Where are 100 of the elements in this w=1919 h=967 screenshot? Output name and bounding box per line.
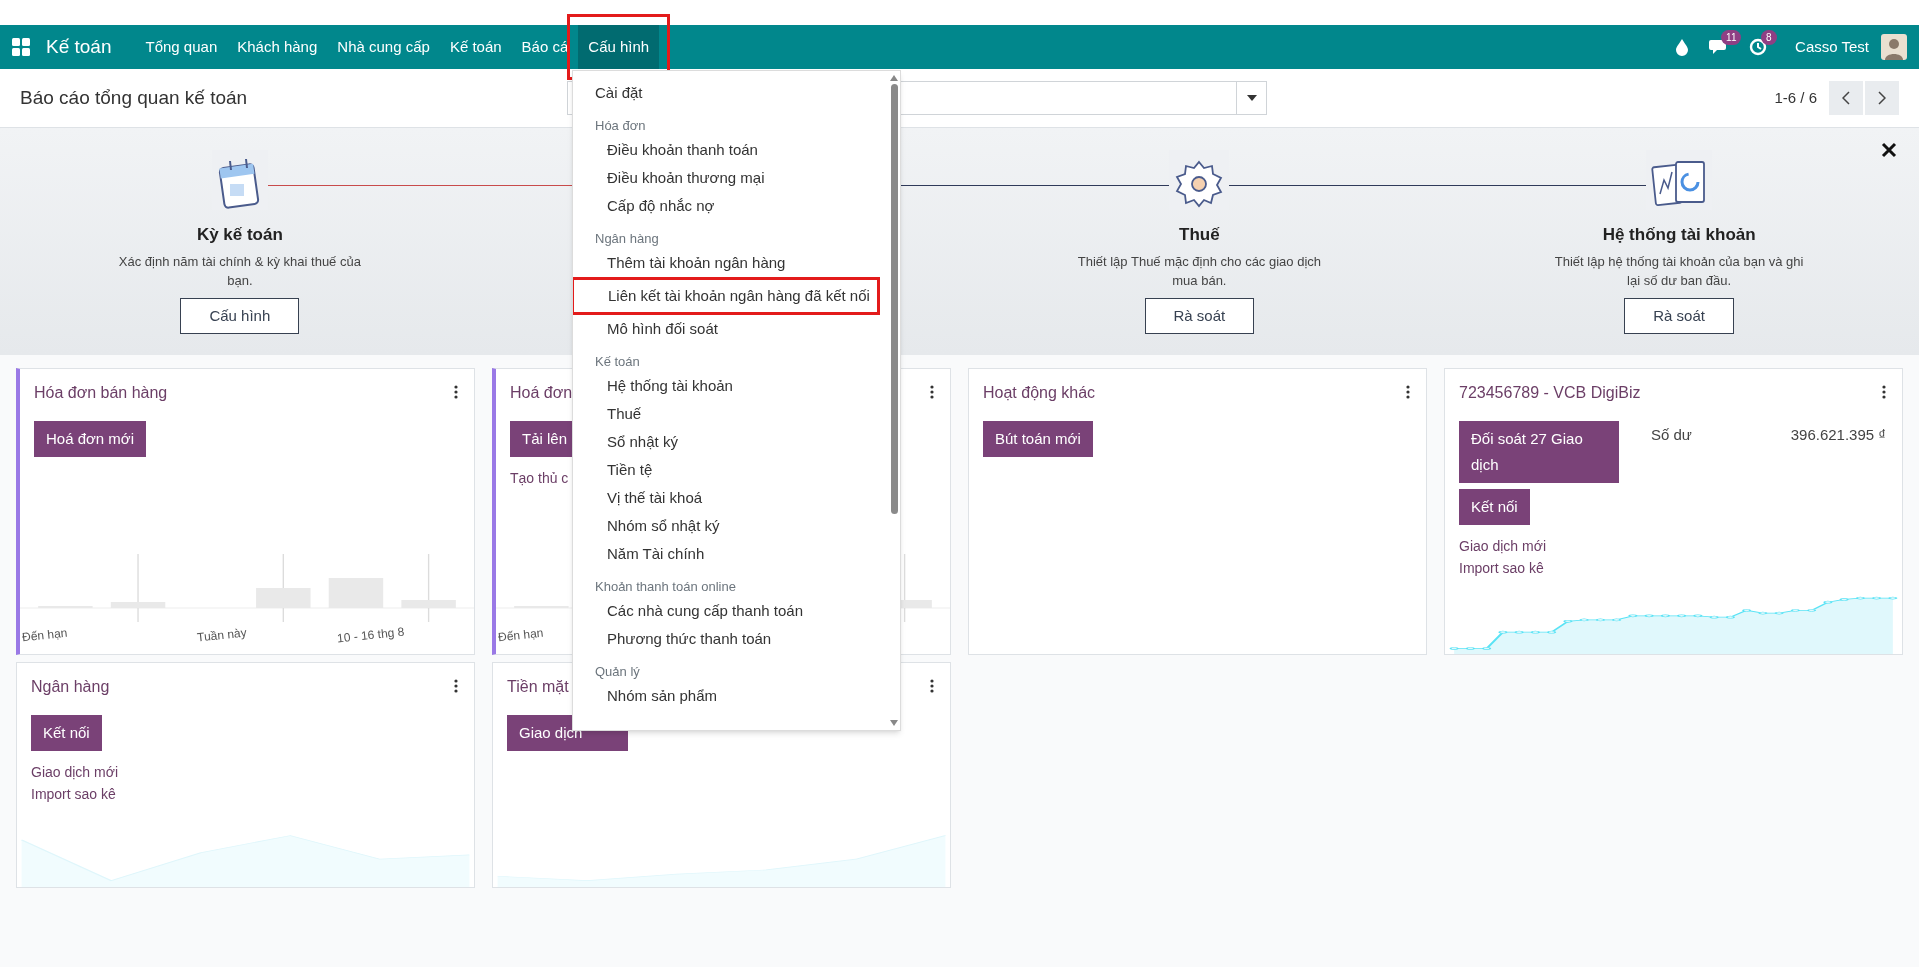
scroll-down-icon[interactable] xyxy=(890,720,898,726)
dropdown-menu-item[interactable]: Điều khoản thanh toán xyxy=(573,136,888,164)
dropdown-menu-item[interactable]: Tiền tệ xyxy=(573,456,888,484)
more-options-icon[interactable] xyxy=(1406,385,1410,399)
data-point xyxy=(1677,614,1686,618)
data-point xyxy=(1726,615,1735,619)
data-point xyxy=(1628,614,1638,618)
data-point xyxy=(1888,596,1897,600)
data-point xyxy=(1466,646,1475,651)
app-brand[interactable]: Kế toán xyxy=(46,32,112,62)
nav-menu-item[interactable]: Báo cá xyxy=(511,25,579,69)
action-button[interactable]: Hoá đơn mới xyxy=(34,421,147,457)
action-button[interactable]: Đối soát 27 Giao dịch xyxy=(1459,421,1619,483)
data-point xyxy=(1823,600,1832,604)
more-options-icon[interactable] xyxy=(930,679,934,693)
data-point xyxy=(1774,611,1784,615)
card-title[interactable]: Hoá đơn xyxy=(510,381,573,405)
step-button[interactable]: Rà soát xyxy=(1624,297,1734,334)
step-description: Xác định năm tài chính & kỳ khai thuế của bạn. xyxy=(117,252,362,290)
nav-menu-item[interactable]: Tổng quan xyxy=(135,25,228,69)
step-description: Thiết lập Thuế mặc định cho các giao dịch mua bán. xyxy=(1076,252,1322,290)
dropdown-menu-item[interactable]: Mô hình đối soát xyxy=(573,315,888,343)
data-point xyxy=(1807,608,1816,612)
menu-section-header: Khoản thanh toán online xyxy=(594,578,737,596)
action-button[interactable]: Kết nối xyxy=(1459,489,1530,525)
action-button[interactable]: Kết nối xyxy=(31,715,102,751)
step-button[interactable]: Rà soát xyxy=(1144,297,1255,334)
data-point xyxy=(1547,630,1556,634)
balance-value: 396.621.395 ₫ xyxy=(1790,425,1886,445)
dropdown-menu-item[interactable]: Liên kết tài khoản ngân hàng đã kết nối xyxy=(573,277,880,315)
step-description: Thiết lập hệ thống tài khoản của bạn và ghi lại số dư ban đầu. xyxy=(1554,252,1805,290)
dropdown-menu-item[interactable]: Cấp độ nhắc nợ xyxy=(573,192,888,220)
nav-menu-item[interactable]: Nhà cung cấp xyxy=(327,25,440,69)
data-point xyxy=(1742,608,1751,612)
dropdown-menu-item[interactable]: Năm Tài chính xyxy=(573,540,888,568)
step-title: Hệ thống tài khoản xyxy=(1602,224,1756,246)
card-link[interactable]: Import sao kê xyxy=(31,783,118,805)
card-title[interactable]: Hoạt động khác xyxy=(983,381,1096,405)
card-link[interactable]: Tạo thủ c xyxy=(510,467,569,489)
close-icon[interactable] xyxy=(1881,142,1897,158)
dropdown-menu-item[interactable]: Thêm tài khoản ngân hàng xyxy=(573,249,888,277)
avatar-icon[interactable] xyxy=(1881,34,1907,60)
more-options-icon[interactable] xyxy=(454,385,458,399)
data-point xyxy=(1612,618,1621,622)
caret-icon xyxy=(1246,95,1257,101)
dropdown-menu-item[interactable]: Phương thức thanh toán xyxy=(573,625,888,653)
card-title[interactable]: Hóa đơn bán hàng xyxy=(34,381,168,405)
card-link[interactable]: Import sao kê xyxy=(1459,557,1546,579)
action-button[interactable]: Bút toán mới xyxy=(983,421,1093,457)
next-page-button[interactable] xyxy=(1865,81,1899,115)
axis-label: Đến hạn xyxy=(21,624,69,647)
more-options-icon[interactable] xyxy=(930,385,934,399)
dropdown-menu-item[interactable]: Hệ thống tài khoản xyxy=(573,372,888,400)
previous-page-button[interactable] xyxy=(1829,81,1863,115)
chevron-right-icon xyxy=(1878,91,1886,105)
scroll-up-icon[interactable] xyxy=(890,75,898,81)
card-link[interactable]: Giao dịch mới xyxy=(31,761,118,783)
dropdown-menu-item[interactable]: Nhóm sản phẩm xyxy=(573,682,888,710)
nav-menu-item[interactable]: Kế toán xyxy=(439,25,512,69)
chart-bar xyxy=(401,600,456,608)
more-options-icon[interactable] xyxy=(454,679,458,693)
dropdown-menu-item[interactable]: Điều khoản thương mại xyxy=(573,164,888,192)
step-button[interactable]: Cấu hình xyxy=(180,297,300,334)
chart-bar xyxy=(110,602,166,608)
card-title[interactable]: 723456789 - VCB DigiBiz xyxy=(1459,381,1641,405)
data-point xyxy=(1563,619,1573,623)
dropdown-menu-item[interactable]: Cài đặt xyxy=(573,79,888,107)
data-point xyxy=(1661,614,1670,618)
data-point xyxy=(1596,618,1605,622)
nav-menu-item[interactable]: Cấu hình xyxy=(578,25,660,69)
data-point xyxy=(1872,596,1881,600)
nav-menu-item[interactable]: Khách hàng xyxy=(227,25,328,69)
user-name[interactable]: Casso Test xyxy=(1795,35,1869,59)
scrollbar-thumb[interactable] xyxy=(890,84,898,514)
clock-icon[interactable] xyxy=(1749,38,1768,56)
menu-section-header: Hóa đơn xyxy=(594,117,647,135)
dropdown-menu-item[interactable]: Nhóm sổ nhật ký xyxy=(573,512,888,540)
data-point xyxy=(1450,646,1459,651)
pager-value: 1-6 / 6 xyxy=(1774,87,1817,108)
menu-section-header: Quản lý xyxy=(594,663,641,681)
chevron-left-icon xyxy=(1842,91,1850,105)
menu-section-header: Kế toán xyxy=(594,353,641,371)
card-title[interactable]: Ngân hàng xyxy=(31,675,110,699)
water-drop-icon[interactable] xyxy=(1675,38,1690,56)
data-point xyxy=(1482,646,1491,651)
data-point xyxy=(1856,596,1865,600)
balance-label: Số dư xyxy=(1651,425,1692,445)
apps-menu-icon[interactable] xyxy=(12,38,30,56)
data-point xyxy=(1531,630,1540,634)
card-title[interactable]: Tiền mặt xyxy=(507,675,569,699)
chart-bar xyxy=(256,588,311,608)
page-title: Báo cáo tổng quan kế toán xyxy=(20,85,248,110)
card-link[interactable]: Giao dịch mới xyxy=(1459,535,1546,557)
dropdown-menu-item[interactable]: Vị thế tài khoá xyxy=(573,484,888,512)
dropdown-menu-item[interactable]: Các nhà cung cấp thanh toán xyxy=(573,597,888,625)
more-options-icon[interactable] xyxy=(1882,385,1886,399)
notification-badge: 11 xyxy=(1721,30,1742,45)
axis-label: Tuần này xyxy=(196,624,248,647)
menu-section-header: Ngân hàng xyxy=(594,230,660,248)
data-point xyxy=(1758,611,1768,615)
